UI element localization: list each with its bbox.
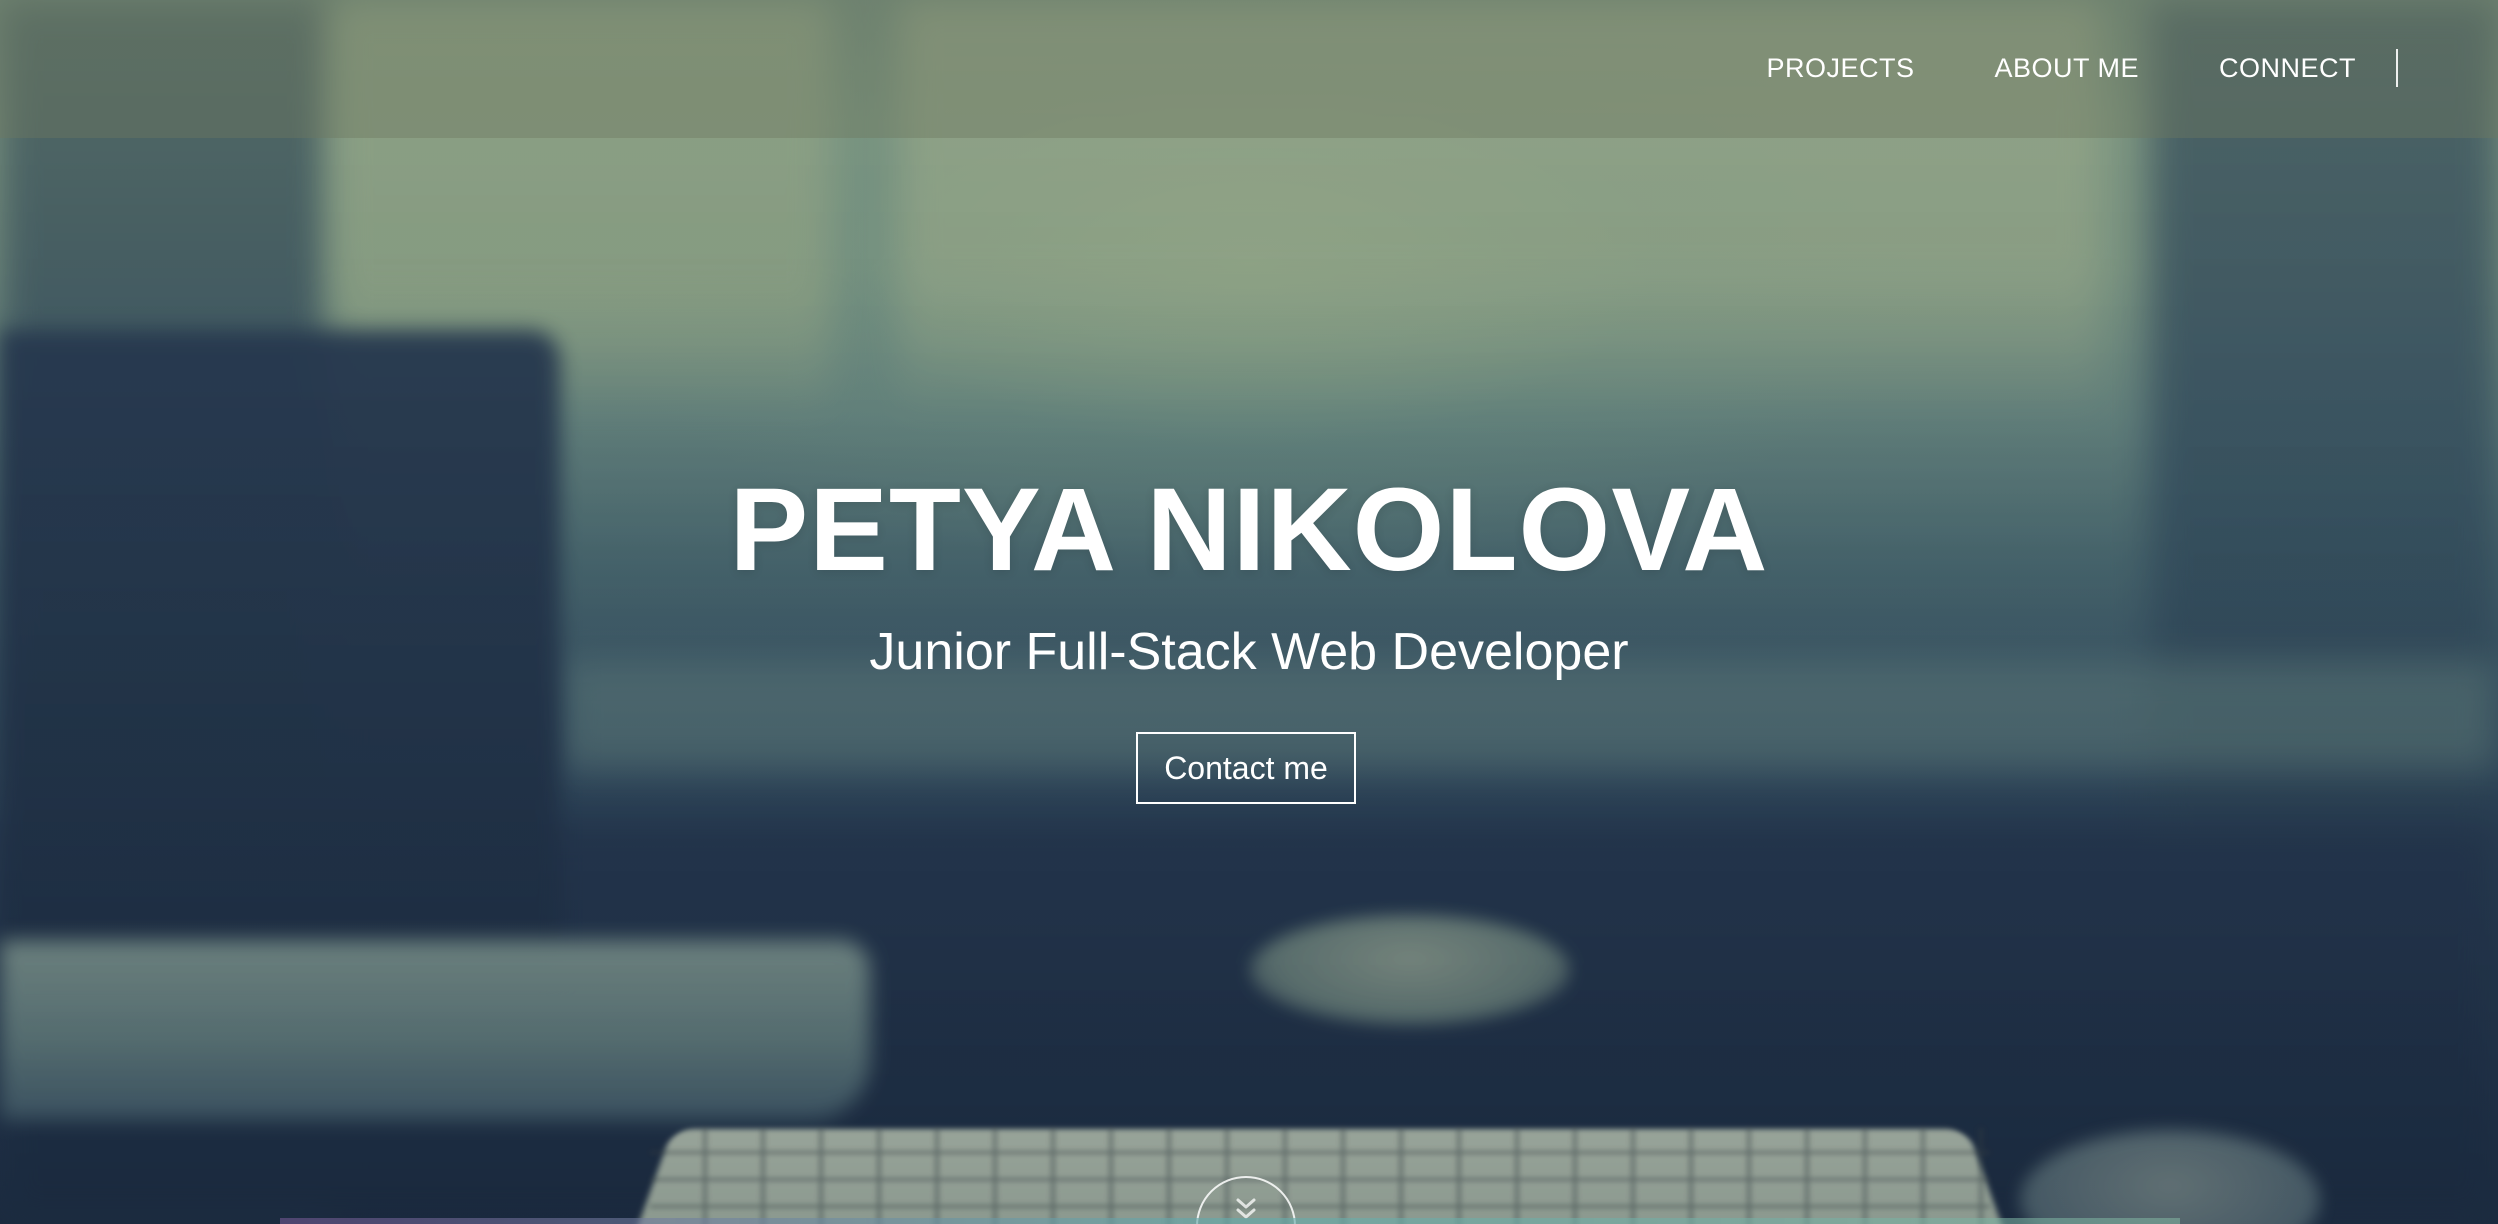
nav-links: PROJECTS ABOUT ME CONNECT: [1766, 48, 2398, 88]
nav-divider: [2396, 49, 2398, 87]
nav-link-about-me[interactable]: ABOUT ME: [1994, 48, 2139, 88]
top-navbar: PROJECTS ABOUT ME CONNECT: [0, 0, 2498, 138]
bottom-edge-strip: [280, 1218, 2180, 1224]
nav-link-connect[interactable]: CONNECT: [2219, 48, 2356, 88]
hero-title: PETYA NIKOLOVA: [729, 464, 1769, 596]
nav-link-projects[interactable]: PROJECTS: [1766, 48, 1914, 88]
contact-me-button[interactable]: Contact me: [1136, 732, 1356, 804]
hero-section: PROJECTS ABOUT ME CONNECT PETYA NIKOLOVA…: [0, 0, 2498, 1224]
hero-subtitle: Junior Full-Stack Web Developer: [869, 623, 1629, 681]
background-tint-overlay: [0, 0, 2498, 1224]
